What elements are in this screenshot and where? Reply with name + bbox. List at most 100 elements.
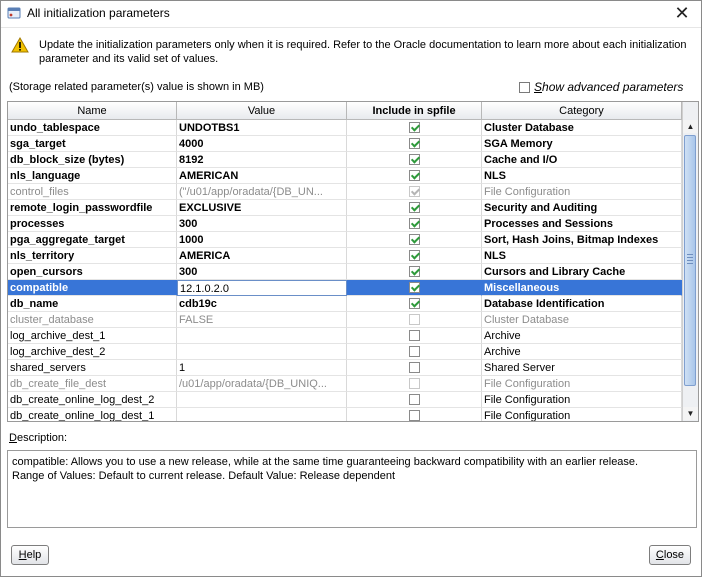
param-category-cell[interactable]: Sort, Hash Joins, Bitmap Indexes — [482, 232, 682, 248]
param-name-cell[interactable]: log_archive_dest_1 — [8, 328, 177, 344]
param-value-cell[interactable]: 8192 — [177, 152, 347, 168]
param-value-cell[interactable] — [177, 408, 347, 421]
parameters-table[interactable]: Name Value Include in spfile Category un… — [7, 101, 699, 422]
param-category-cell[interactable]: Shared Server — [482, 360, 682, 376]
param-value-cell[interactable]: 1 — [177, 360, 347, 376]
param-category-cell[interactable]: Processes and Sessions — [482, 216, 682, 232]
include-in-spfile-checkbox[interactable] — [408, 250, 420, 261]
include-in-spfile-checkbox[interactable] — [408, 122, 420, 133]
include-in-spfile-checkbox[interactable] — [408, 298, 420, 309]
checkbox-box[interactable] — [519, 81, 530, 93]
help-button[interactable]: Help — [11, 545, 49, 565]
title-bar[interactable]: All initialization parameters ✕ — [1, 1, 701, 28]
param-name-cell[interactable]: db_create_online_log_dest_2 — [8, 392, 177, 408]
close-button[interactable]: Close — [649, 545, 691, 565]
include-in-spfile-checkbox[interactable] — [408, 266, 420, 277]
param-category-cell[interactable]: Security and Auditing — [482, 200, 682, 216]
param-category-cell[interactable]: NLS — [482, 248, 682, 264]
include-in-spfile-checkbox[interactable] — [408, 378, 420, 389]
table-row[interactable]: db_create_online_log_dest_1 File Configur… — [8, 408, 682, 421]
param-name-cell[interactable]: db_create_file_dest — [8, 376, 177, 392]
table-row[interactable]: open_cursors 300 Cursors and Library Cache — [8, 264, 682, 280]
include-in-spfile-checkbox[interactable] — [408, 154, 420, 165]
column-header-name[interactable]: Name — [8, 102, 177, 120]
table-row[interactable]: compatible 12.1.0.2.0 Miscellaneous — [8, 280, 682, 296]
param-value-cell[interactable] — [177, 344, 347, 360]
param-category-cell[interactable]: File Configuration — [482, 376, 682, 392]
param-category-cell[interactable]: Cache and I/O — [482, 152, 682, 168]
include-in-spfile-checkbox[interactable] — [408, 410, 420, 421]
param-name-cell[interactable]: db_create_online_log_dest_1 — [8, 408, 177, 421]
param-name-cell[interactable]: log_archive_dest_2 — [8, 344, 177, 360]
include-in-spfile-checkbox[interactable] — [408, 314, 420, 325]
param-category-cell[interactable]: Cluster Database — [482, 120, 682, 136]
scroll-down-arrow-icon[interactable]: ▼ — [683, 407, 698, 420]
include-in-spfile-checkbox[interactable] — [408, 394, 420, 405]
param-value-cell[interactable]: AMERICAN — [177, 168, 347, 184]
close-icon[interactable]: ✕ — [673, 4, 691, 22]
show-advanced-label[interactable]: Show advanced parameters — [534, 80, 683, 94]
table-row[interactable]: nls_territory AMERICA NLS — [8, 248, 682, 264]
param-name-cell[interactable]: nls_language — [8, 168, 177, 184]
param-name-cell[interactable]: sga_target — [8, 136, 177, 152]
table-row[interactable]: processes 300 Processes and Sessions — [8, 216, 682, 232]
param-category-cell[interactable]: NLS — [482, 168, 682, 184]
param-value-cell[interactable]: EXCLUSIVE — [177, 200, 347, 216]
param-name-cell[interactable]: open_cursors — [8, 264, 177, 280]
param-category-cell[interactable]: Database Identification — [482, 296, 682, 312]
param-value-cell[interactable]: AMERICA — [177, 248, 347, 264]
param-category-cell[interactable]: File Configuration — [482, 184, 682, 200]
param-value-cell[interactable]: FALSE — [177, 312, 347, 328]
param-value-cell[interactable]: 4000 — [177, 136, 347, 152]
include-in-spfile-checkbox[interactable] — [408, 202, 420, 213]
show-advanced-parameters-checkbox[interactable]: Show advanced parameters — [519, 80, 683, 94]
table-row[interactable]: pga_aggregate_target 1000 Sort, Hash Joins… — [8, 232, 682, 248]
param-name-cell[interactable]: compatible — [8, 280, 177, 296]
table-row[interactable]: db_create_file_dest/u01/app/oradata/{DB_… — [8, 376, 682, 392]
param-category-cell[interactable]: SGA Memory — [482, 136, 682, 152]
include-in-spfile-checkbox[interactable] — [408, 234, 420, 245]
param-name-cell[interactable]: pga_aggregate_target — [8, 232, 177, 248]
param-value-cell[interactable]: /u01/app/oradata/{DB_UNIQ... — [177, 376, 347, 392]
param-name-cell[interactable]: processes — [8, 216, 177, 232]
param-name-cell[interactable]: cluster_database — [8, 312, 177, 328]
param-category-cell[interactable]: Archive — [482, 328, 682, 344]
include-in-spfile-checkbox[interactable] — [408, 346, 420, 357]
table-row[interactable]: log_archive_dest_1 Archive — [8, 328, 682, 344]
param-name-cell[interactable]: db_block_size (bytes) — [8, 152, 177, 168]
param-value-cell[interactable] — [177, 392, 347, 408]
param-value-cell[interactable]: 12.1.0.2.0 — [177, 280, 347, 296]
param-name-cell[interactable]: shared_servers — [8, 360, 177, 376]
vertical-scrollbar[interactable]: ▲ ▼ — [682, 102, 698, 421]
table-row[interactable]: db_create_online_log_dest_2 File Configur… — [8, 392, 682, 408]
param-category-cell[interactable]: Cluster Database — [482, 312, 682, 328]
param-value-cell[interactable]: 300 — [177, 264, 347, 280]
param-value-cell[interactable]: 1000 — [177, 232, 347, 248]
param-name-cell[interactable]: nls_territory — [8, 248, 177, 264]
param-value-cell[interactable]: 300 — [177, 216, 347, 232]
table-row[interactable]: db_name cdb19c Database Identification — [8, 296, 682, 312]
param-value-cell[interactable]: cdb19c — [177, 296, 347, 312]
table-row[interactable]: remote_login_passwordfile EXCLUSIVE Securi… — [8, 200, 682, 216]
param-category-cell[interactable]: Cursors and Library Cache — [482, 264, 682, 280]
scrollbar-thumb[interactable] — [684, 135, 696, 386]
param-category-cell[interactable]: File Configuration — [482, 408, 682, 421]
description-textarea[interactable]: compatible: Allows you to use a new rele… — [7, 450, 697, 528]
param-name-cell[interactable]: control_files — [8, 184, 177, 200]
include-in-spfile-checkbox[interactable] — [408, 330, 420, 341]
param-category-cell[interactable]: File Configuration — [482, 392, 682, 408]
table-row[interactable]: sga_target 4000 SGA Memory — [8, 136, 682, 152]
table-row[interactable]: control_files ("/u01/app/oradata/{DB_UN..… — [8, 184, 682, 200]
include-in-spfile-checkbox[interactable] — [408, 186, 420, 197]
include-in-spfile-checkbox[interactable] — [408, 362, 420, 373]
include-in-spfile-checkbox[interactable] — [408, 138, 420, 149]
param-value-cell[interactable]: ("/u01/app/oradata/{DB_UN... — [177, 184, 347, 200]
param-value-cell[interactable]: UNDOTBS1 — [177, 120, 347, 136]
table-row[interactable]: shared_servers 1 Shared Server — [8, 360, 682, 376]
column-header-category[interactable]: Category — [482, 102, 682, 120]
param-category-cell[interactable]: Miscellaneous — [482, 280, 682, 296]
table-row[interactable]: nls_language AMERICAN NLS — [8, 168, 682, 184]
param-name-cell[interactable]: db_name — [8, 296, 177, 312]
include-in-spfile-checkbox[interactable] — [408, 282, 420, 293]
param-value-cell[interactable] — [177, 328, 347, 344]
